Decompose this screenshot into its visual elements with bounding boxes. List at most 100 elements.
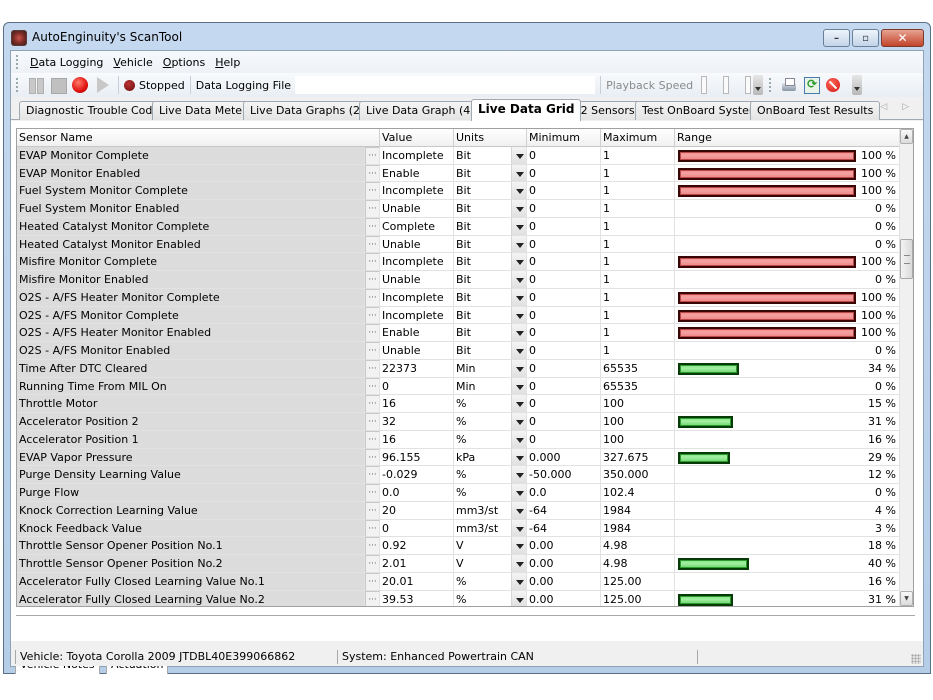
- units-dropdown-button[interactable]: [511, 519, 527, 538]
- refresh-icon[interactable]: [803, 77, 821, 94]
- row-details-button[interactable]: ···: [365, 484, 380, 502]
- resize-grip-icon[interactable]: [911, 654, 921, 664]
- row-details-button[interactable]: ···: [365, 342, 380, 360]
- units-dropdown-button[interactable]: [511, 235, 527, 254]
- pause-icon[interactable]: [28, 77, 44, 94]
- row-details-button[interactable]: ···: [365, 519, 380, 538]
- units-dropdown-button[interactable]: [511, 253, 527, 271]
- table-row[interactable]: Purge Flow ··· 0.0% 0.0 102.4 0 %: [17, 484, 901, 502]
- units-cell[interactable]: Bit: [454, 218, 511, 236]
- cancel-icon[interactable]: [825, 77, 841, 93]
- row-details-button[interactable]: ···: [365, 448, 380, 467]
- table-row[interactable]: Heated Catalyst Monitor Enabled ··· Unable…: [17, 235, 901, 254]
- units-dropdown-button[interactable]: [511, 537, 527, 555]
- units-dropdown-button[interactable]: [511, 395, 527, 413]
- menu-options[interactable]: Options: [158, 56, 210, 69]
- maximize-button[interactable]: ▫: [852, 29, 879, 47]
- row-details-button[interactable]: ···: [365, 430, 380, 449]
- column-header-minimum[interactable]: Minimum: [527, 129, 601, 147]
- tab-test-onboard-system[interactable]: Test OnBoard System: [635, 101, 767, 120]
- toolbar-grip[interactable]: [16, 78, 19, 92]
- units-cell[interactable]: mm3/st: [454, 502, 511, 520]
- units-dropdown-button[interactable]: [511, 359, 527, 378]
- row-details-button[interactable]: ···: [365, 182, 380, 200]
- units-cell[interactable]: Bit: [454, 147, 511, 165]
- playback-speed-slider-slot[interactable]: [723, 76, 730, 94]
- row-details-button[interactable]: ···: [365, 395, 380, 413]
- units-cell[interactable]: Bit: [454, 253, 511, 271]
- table-row[interactable]: Misfire Monitor Enabled ··· Unable Bit 0 1 0 %: [17, 271, 901, 289]
- tab-onboard-test-results[interactable]: OnBoard Test Results: [750, 101, 881, 120]
- units-cell[interactable]: Bit: [454, 324, 511, 342]
- table-row[interactable]: EVAP Vapor Pressure ··· 96.155 kPa 0.000 327.…: [17, 448, 901, 467]
- row-details-button[interactable]: ···: [365, 288, 380, 307]
- toolbar-overflow-button[interactable]: [753, 75, 764, 95]
- column-header-units[interactable]: Units: [454, 129, 527, 147]
- menu-help[interactable]: Help: [210, 56, 245, 69]
- playback-speed-slider-slot[interactable]: [745, 76, 752, 94]
- units-cell[interactable]: %: [454, 591, 511, 607]
- units-cell[interactable]: Bit: [454, 182, 511, 200]
- tab-scroll-arrows-icon[interactable]: ◁ ▷: [880, 102, 915, 112]
- table-row[interactable]: EVAP Monitor Enabled ··· Enable Bit 0 1 100 %: [17, 164, 901, 183]
- row-details-button[interactable]: ···: [365, 217, 380, 236]
- record-icon[interactable]: [72, 77, 88, 93]
- units-cell[interactable]: %: [454, 466, 511, 484]
- tab-live-data-grid[interactable]: Live Data Grid: [471, 99, 582, 121]
- table-row[interactable]: Throttle Sensor Opener Position No.2 ··· 2…: [17, 555, 901, 573]
- vertical-scrollbar[interactable]: ▲ ▼: [899, 129, 913, 606]
- units-cell[interactable]: Min: [454, 360, 511, 378]
- toolbar-grip[interactable]: [769, 78, 772, 92]
- units-cell[interactable]: kPa: [454, 449, 511, 467]
- units-cell[interactable]: %: [454, 395, 511, 413]
- tab-live-data-meter[interactable]: Live Data Meter: [152, 101, 254, 120]
- table-row[interactable]: O2S - A/FS Heater Monitor Complete ··· Inc…: [17, 288, 901, 307]
- row-details-button[interactable]: ···: [365, 359, 380, 378]
- units-cell[interactable]: %: [454, 573, 511, 591]
- panel-divider[interactable]: [16, 615, 915, 617]
- units-dropdown-button[interactable]: [511, 377, 527, 396]
- units-dropdown-button[interactable]: [511, 413, 527, 431]
- units-dropdown-button[interactable]: [511, 306, 527, 325]
- units-dropdown-button[interactable]: [511, 484, 527, 502]
- table-row[interactable]: EVAP Monitor Complete ··· Incomplete Bit 0 1 1…: [17, 146, 901, 165]
- row-details-button[interactable]: ···: [365, 377, 380, 396]
- units-cell[interactable]: Bit: [454, 271, 511, 289]
- table-row[interactable]: Fuel System Monitor Enabled ··· Unable Bit 0…: [17, 200, 901, 218]
- units-dropdown-button[interactable]: [511, 271, 527, 289]
- printer-icon[interactable]: [781, 77, 797, 93]
- table-row[interactable]: Accelerator Fully Closed Learning Value …: [17, 572, 901, 591]
- title-bar[interactable]: AutoEnginuity's ScanTool – ▫ ✕: [4, 23, 930, 53]
- row-details-button[interactable]: ···: [365, 324, 380, 342]
- table-row[interactable]: Fuel System Monitor Complete ··· Incomplet…: [17, 182, 901, 200]
- row-details-button[interactable]: ···: [365, 413, 380, 431]
- table-row[interactable]: Purge Density Learning Value ··· -0.029% -5…: [17, 466, 901, 484]
- units-dropdown-button[interactable]: [511, 590, 527, 606]
- tab-live-data-graphs-2x[interactable]: Live Data Graphs (2x): [243, 101, 378, 120]
- playback-speed-slider-slot[interactable]: [701, 76, 708, 94]
- units-dropdown-button[interactable]: [511, 448, 527, 467]
- units-cell[interactable]: Min: [454, 378, 511, 396]
- units-cell[interactable]: Bit: [454, 307, 511, 325]
- scroll-up-button[interactable]: ▲: [900, 129, 913, 144]
- units-dropdown-button[interactable]: [511, 182, 527, 200]
- units-dropdown-button[interactable]: [511, 146, 527, 165]
- scroll-down-button[interactable]: ▼: [900, 591, 913, 606]
- stop-icon[interactable]: [50, 77, 67, 94]
- units-dropdown-button[interactable]: [511, 572, 527, 591]
- row-details-button[interactable]: ···: [365, 555, 380, 573]
- menu-vehicle[interactable]: Vehicle: [108, 56, 157, 69]
- table-row[interactable]: Accelerator Position 2 ··· 32% 0 100 31 %: [17, 413, 901, 431]
- units-cell[interactable]: Bit: [454, 236, 511, 254]
- row-details-button[interactable]: ···: [365, 253, 380, 271]
- units-dropdown-button[interactable]: [511, 555, 527, 573]
- units-cell[interactable]: mm3/st: [454, 520, 511, 538]
- table-row[interactable]: Accelerator Fully Closed Learning Value …: [17, 590, 901, 607]
- table-row[interactable]: Knock Feedback Value ··· 0 mm3/st -64 1984 3 %: [17, 519, 901, 538]
- row-details-button[interactable]: ···: [365, 466, 380, 484]
- units-dropdown-button[interactable]: [511, 501, 527, 520]
- row-details-button[interactable]: ···: [365, 537, 380, 555]
- table-row[interactable]: O2S - A/FS Monitor Complete ··· Incomplete…: [17, 306, 901, 325]
- scroll-thumb[interactable]: [900, 239, 913, 279]
- menu-data-logging[interactable]: Data Logging: [25, 56, 108, 69]
